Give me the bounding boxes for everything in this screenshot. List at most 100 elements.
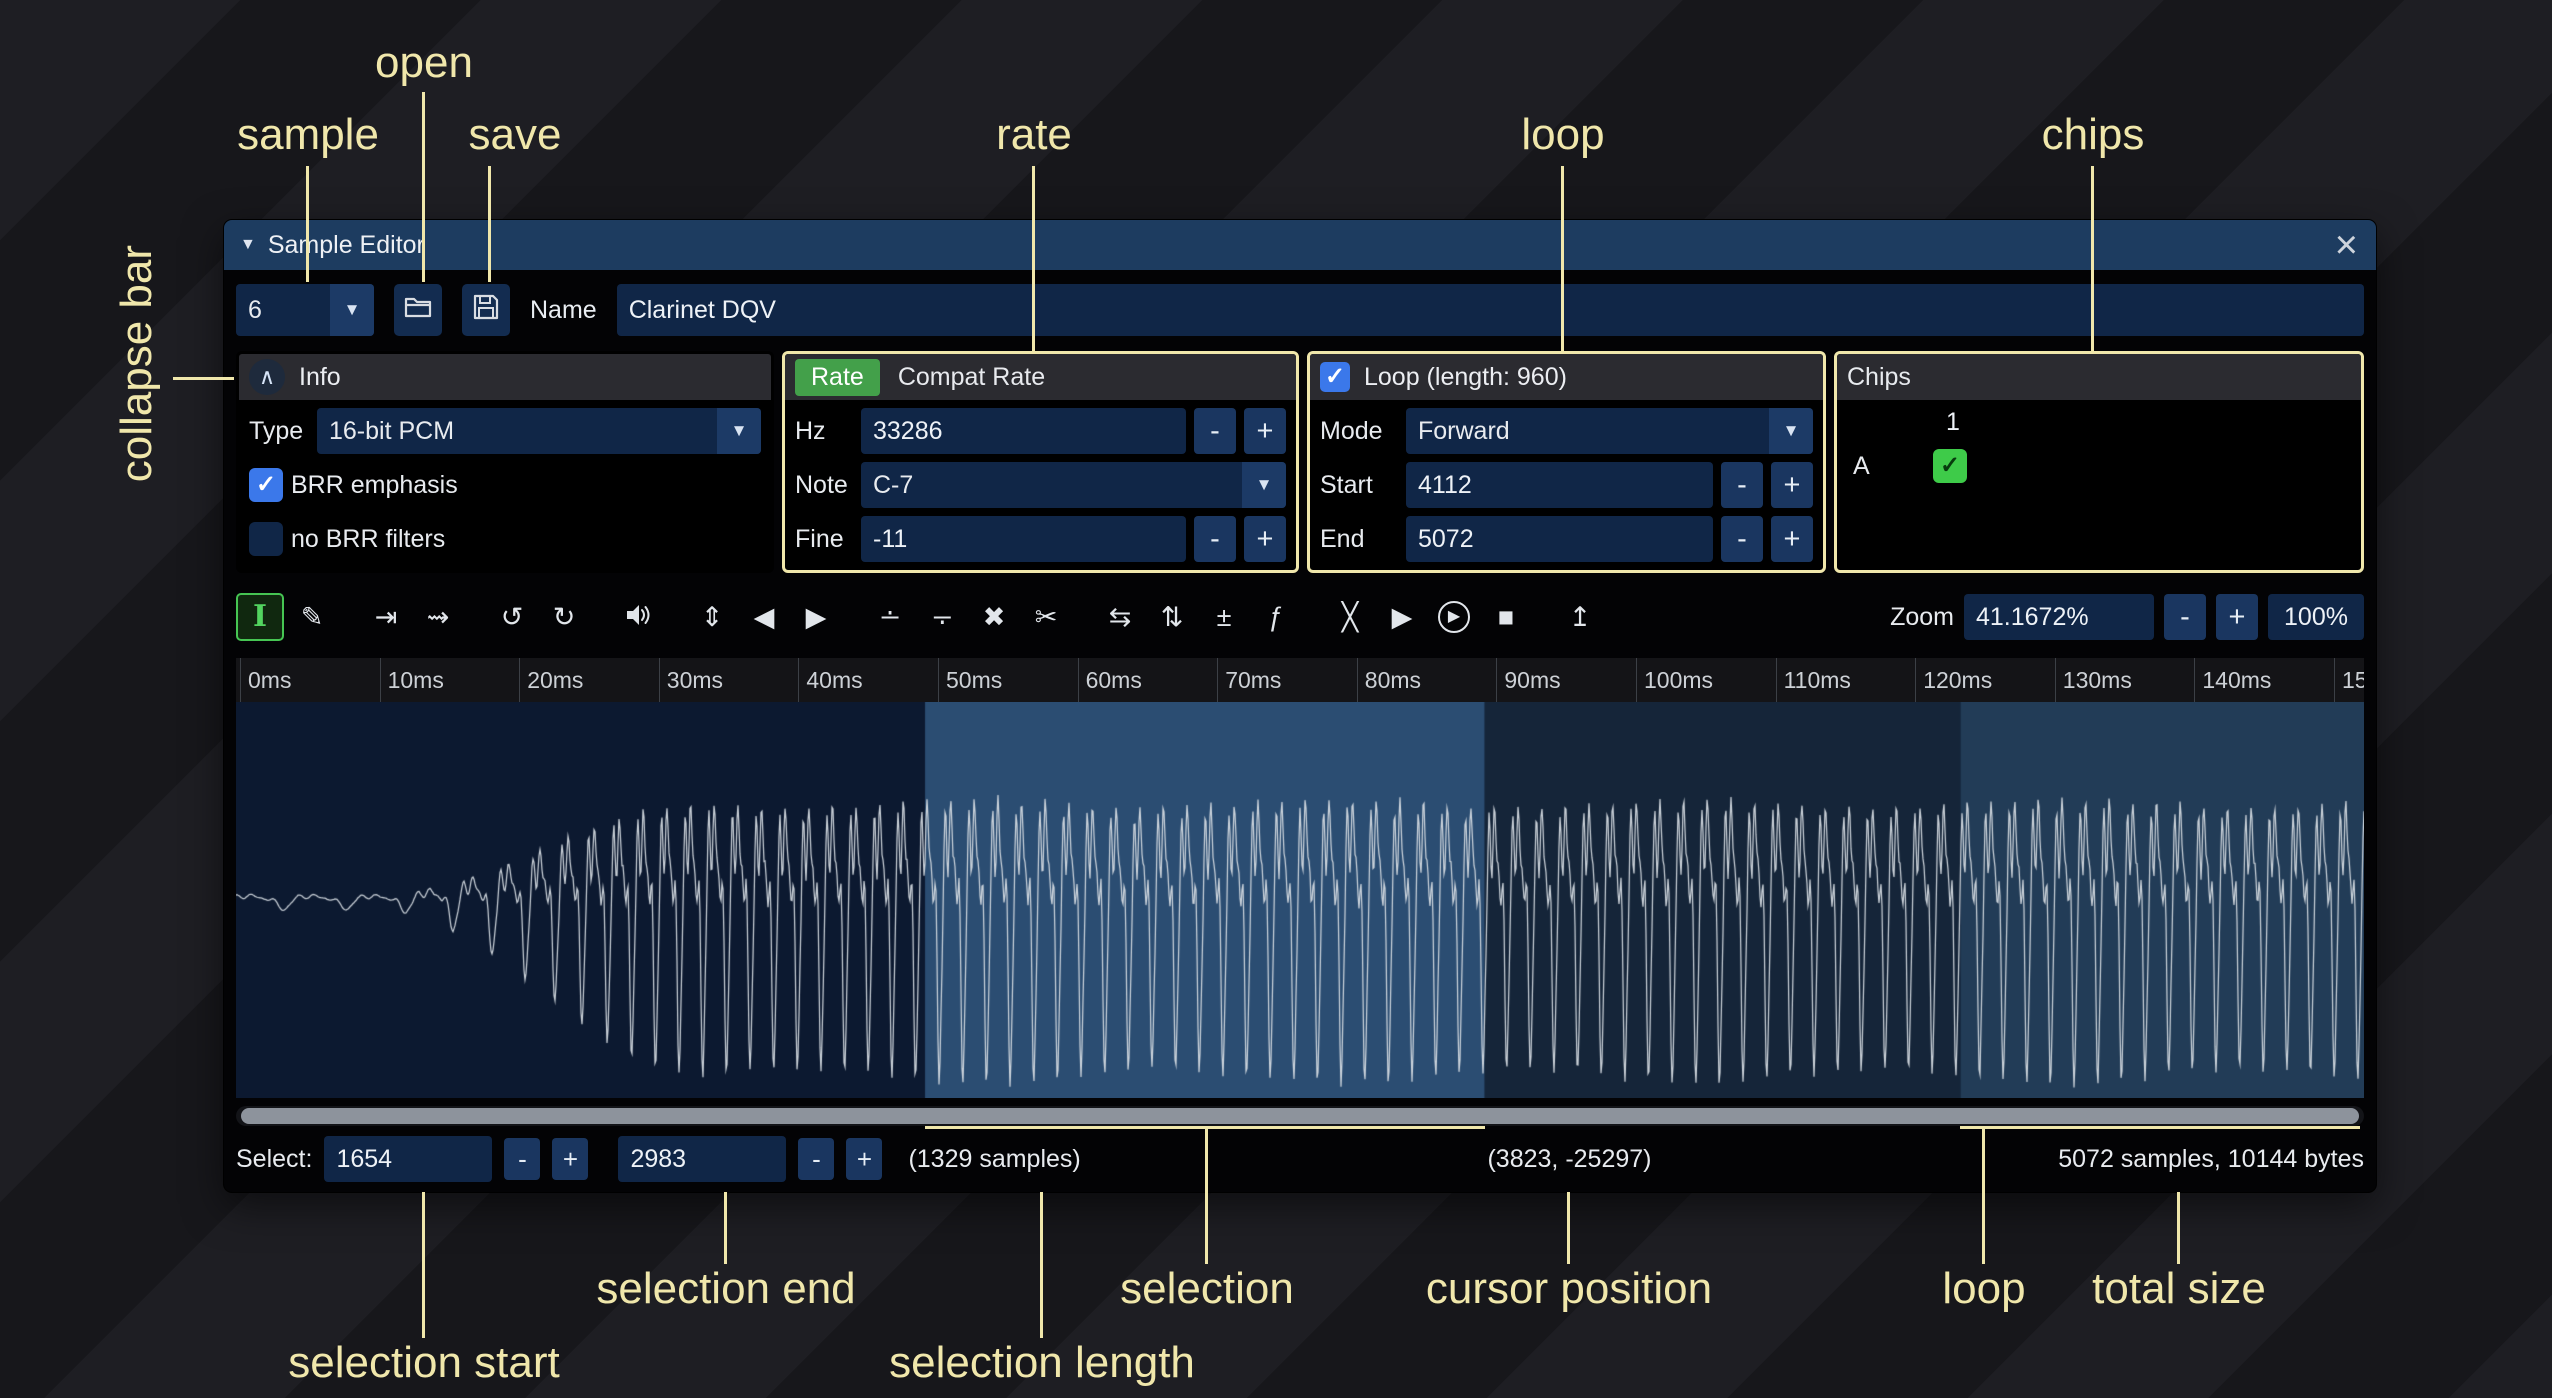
scrollbar-thumb[interactable] — [241, 1108, 2359, 1124]
undo-button[interactable]: ↺ — [488, 593, 536, 641]
delete-button[interactable]: ✖ — [970, 593, 1018, 641]
fade-out-icon: ▶ — [806, 604, 827, 631]
selection-end-decrement-button[interactable]: - — [798, 1138, 834, 1180]
create-wavetable-button[interactable]: ↥ — [1556, 593, 1604, 641]
horizontal-scrollbar[interactable] — [236, 1106, 2364, 1126]
ruler-label: 20ms — [527, 667, 583, 694]
zoom-field[interactable]: 41.1672% — [1964, 594, 2154, 640]
collapse-button[interactable]: ∧ — [249, 359, 285, 395]
selection-start-increment-button[interactable]: + — [552, 1138, 588, 1180]
dropdown-arrow-icon: ▼ — [1769, 408, 1813, 454]
zoom-reset-button[interactable]: 100% — [2268, 594, 2364, 640]
leader-line — [422, 92, 425, 282]
preview-button[interactable]: ▶ — [1378, 593, 1426, 641]
stop-preview-button[interactable]: ■ — [1482, 593, 1530, 641]
selection-start-decrement-button[interactable]: - — [504, 1138, 540, 1180]
resample-button[interactable]: ⇝ — [414, 593, 462, 641]
info-panel-title: Info — [299, 363, 341, 392]
loop-panel-header: ✓ Loop (length: 960) — [1310, 354, 1823, 400]
brr-emphasis-checkbox[interactable]: ✓ — [249, 468, 283, 502]
loop-end-decrement-button[interactable]: - — [1721, 516, 1763, 562]
annotation-selection-end: selection end — [596, 1264, 855, 1314]
crossfade-loop-button[interactable]: ╳ — [1326, 593, 1374, 641]
ruler-label: 120ms — [1923, 667, 1992, 694]
collapse-triangle-icon[interactable]: ▼ — [240, 236, 256, 254]
signed-unsigned-button[interactable]: ± — [1200, 593, 1248, 641]
reverse-button[interactable]: ⇆ — [1096, 593, 1144, 641]
zoom-increment-button[interactable]: + — [2216, 594, 2258, 640]
ruler-tick: 70ms — [1217, 658, 1218, 702]
rate-tab[interactable]: Rate — [795, 359, 880, 396]
select-mode-button[interactable]: I — [236, 593, 284, 641]
name-field[interactable]: Clarinet DQV — [617, 284, 2364, 336]
ruler-tick: 0ms — [240, 658, 241, 702]
loop-end-increment-button[interactable]: + — [1771, 516, 1813, 562]
ruler-tick: 120ms — [1915, 658, 1916, 702]
hz-decrement-button[interactable]: - — [1194, 408, 1236, 454]
loop-end-label: End — [1320, 525, 1398, 554]
preview-loop-button[interactable]: ▶ — [1430, 593, 1478, 641]
fade-in-button[interactable]: ◀ — [740, 593, 788, 641]
apply-filter-button[interactable]: ƒ — [1252, 593, 1300, 641]
draw-mode-button[interactable]: ✎ — [288, 593, 336, 641]
note-dropdown[interactable]: C-7 ▼ — [861, 462, 1286, 508]
titlebar[interactable]: ▼ Sample Editor × — [224, 220, 2376, 270]
leader-line — [173, 377, 234, 380]
invert-button[interactable]: ⇅ — [1148, 593, 1196, 641]
sample-number-dropdown[interactable]: 6 ▼ — [236, 284, 374, 336]
insert-silence-button[interactable]: ∸ — [866, 593, 914, 641]
no-brr-filters-checkbox[interactable] — [249, 522, 283, 556]
hz-field[interactable]: 33286 — [861, 408, 1186, 454]
folder-icon — [403, 292, 433, 329]
check-icon: ✓ — [256, 473, 276, 497]
ruler-label: 50ms — [946, 667, 1002, 694]
selection-start-field[interactable]: 1654 — [324, 1136, 492, 1182]
trim-button[interactable]: ✂ — [1022, 593, 1070, 641]
leader-line — [1040, 1192, 1043, 1338]
redo-button[interactable]: ↻ — [540, 593, 588, 641]
dropdown-arrow-icon: ▼ — [330, 284, 374, 336]
fine-increment-button[interactable]: + — [1244, 516, 1286, 562]
selection-end-increment-button[interactable]: + — [846, 1138, 882, 1180]
compat-rate-tab[interactable]: Compat Rate — [898, 363, 1045, 392]
trim-icon: ✂ — [1035, 604, 1058, 631]
loop-end-field[interactable]: 5072 — [1406, 516, 1713, 562]
loop-mode-dropdown[interactable]: Forward ▼ — [1406, 408, 1813, 454]
check-icon: ✓ — [1940, 454, 1960, 478]
waveform-canvas[interactable] — [236, 702, 2364, 1098]
preview-loop-icon: ▶ — [1438, 601, 1470, 633]
check-icon: ✓ — [1325, 365, 1345, 389]
chips-panel: Chips 1 A ✓ — [1834, 351, 2364, 573]
leader-line — [1567, 1192, 1570, 1264]
ruler-tick: 130ms — [2055, 658, 2056, 702]
save-button[interactable] — [462, 284, 510, 336]
ruler-tick: 140ms — [2194, 658, 2195, 702]
chip-a-checkbox[interactable]: ✓ — [1933, 449, 1967, 483]
ruler-label: 0ms — [248, 667, 291, 694]
loop-checkbox[interactable]: ✓ — [1320, 362, 1350, 392]
redo-icon: ↻ — [553, 604, 576, 631]
leader-line — [2177, 1192, 2180, 1264]
fade-out-button[interactable]: ▶ — [792, 593, 840, 641]
fine-field[interactable]: -11 — [861, 516, 1186, 562]
delete-icon: ✖ — [983, 604, 1006, 631]
fine-decrement-button[interactable]: - — [1194, 516, 1236, 562]
leader-line — [1205, 1129, 1208, 1264]
normalize-button[interactable]: ⇕ — [688, 593, 736, 641]
chevron-up-icon: ∧ — [259, 364, 275, 390]
loop-start-decrement-button[interactable]: - — [1721, 462, 1763, 508]
apply-silence-button[interactable]: ∸ — [918, 593, 966, 641]
close-icon[interactable]: × — [2335, 225, 2358, 265]
resize-button[interactable]: ⇥ — [362, 593, 410, 641]
loop-start-increment-button[interactable]: + — [1771, 462, 1813, 508]
type-dropdown[interactable]: 16-bit PCM ▼ — [317, 408, 761, 454]
loop-start-field[interactable]: 4112 — [1406, 462, 1713, 508]
zoom-label: Zoom — [1890, 603, 1954, 632]
zoom-decrement-button[interactable]: - — [2164, 594, 2206, 640]
waveform-view[interactable] — [236, 702, 2364, 1098]
ruler-label: 110ms — [1784, 667, 1851, 694]
hz-increment-button[interactable]: + — [1244, 408, 1286, 454]
selection-end-field[interactable]: 2983 — [618, 1136, 786, 1182]
amplify-button[interactable] — [614, 593, 662, 641]
open-button[interactable] — [394, 284, 442, 336]
